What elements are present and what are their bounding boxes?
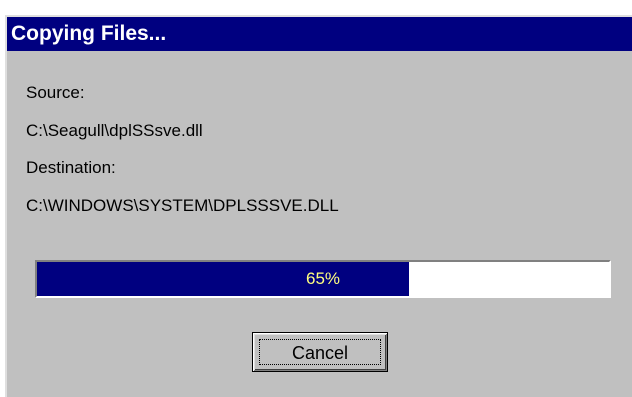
source-label: Source: [26,83,85,102]
dialog-title: Copying Files... [11,22,167,45]
dialog-titlebar[interactable]: Copying Files... [7,17,632,51]
cancel-button-label: Cancel [259,339,381,365]
destination-path: C:\WINDOWS\SYSTEM\DPLSSSVE.DLL [26,196,339,215]
copy-files-dialog: Copying Files... Source: C:\Seagull\dplS… [5,15,632,397]
copy-progress-bar: 65% [35,260,611,298]
cancel-button[interactable]: Cancel [252,332,388,372]
progress-percent-text: 65% [305,269,341,288]
destination-label: Destination: [26,158,116,177]
source-path: C:\Seagull\dplSSsve.dll [26,121,203,140]
